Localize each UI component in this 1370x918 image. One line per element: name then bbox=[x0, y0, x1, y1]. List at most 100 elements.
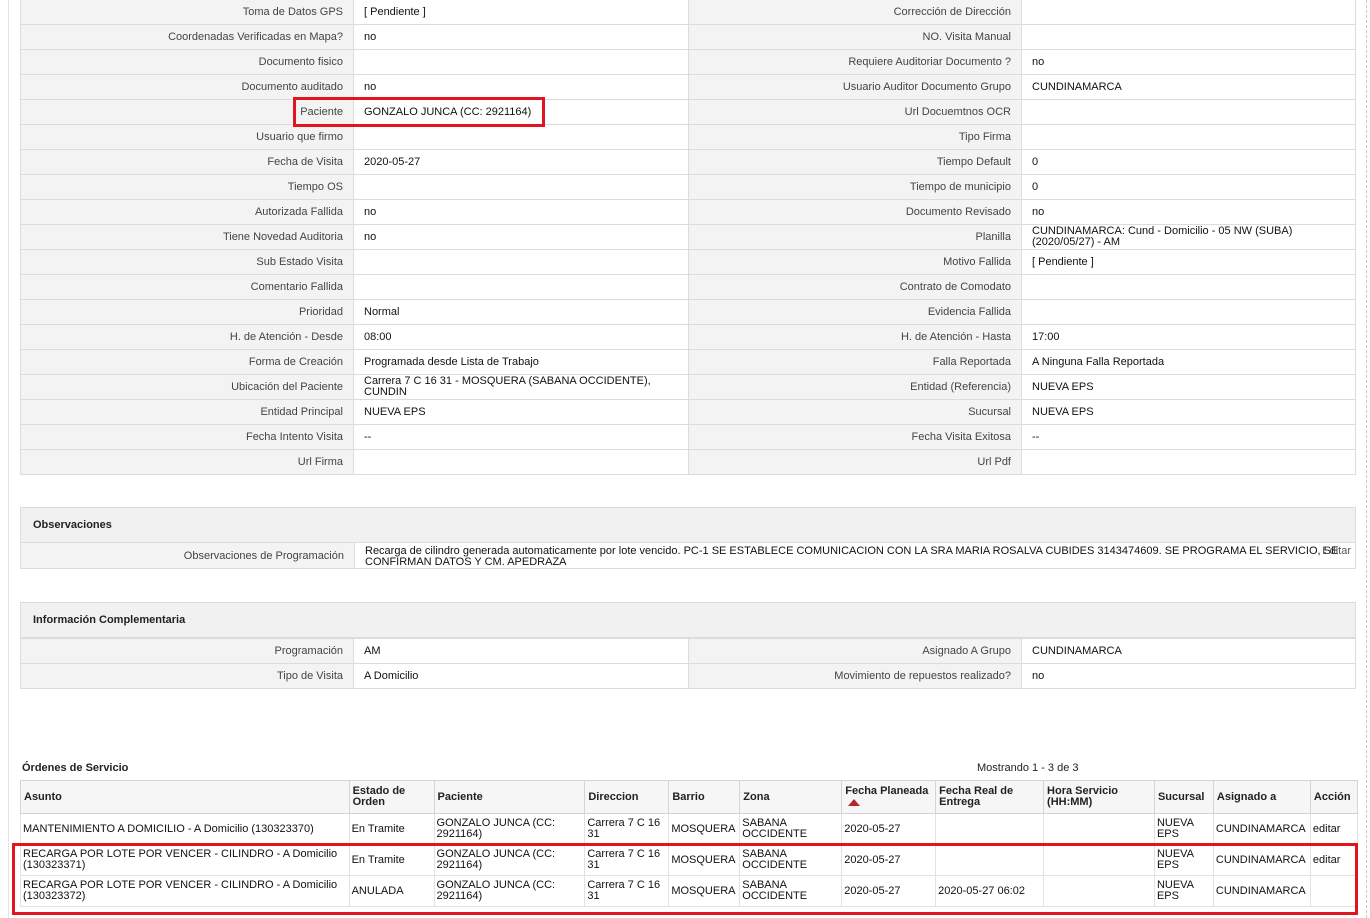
field-value: no bbox=[354, 25, 688, 49]
field-value: no bbox=[354, 75, 688, 99]
col-fecha-real-entrega[interactable]: Fecha Real de Entrega bbox=[935, 780, 1045, 814]
field-value bbox=[1022, 125, 1356, 149]
col-estado-orden[interactable]: Estado de Orden bbox=[348, 780, 435, 814]
field-label: NO. Visita Manual bbox=[688, 25, 1022, 49]
field-value: no bbox=[1022, 200, 1356, 224]
table-cell: En Tramite bbox=[348, 844, 435, 876]
table-cell: RECARGA POR LOTE POR VENCER - CILINDRO -… bbox=[20, 844, 350, 876]
observaciones-row: Observaciones de Programación Recarga de… bbox=[20, 543, 1356, 569]
table-row: MANTENIMIENTO A DOMICILIO - A Domicilio … bbox=[20, 813, 1359, 845]
table-cell: MOSQUERA bbox=[668, 813, 741, 845]
detail-row: Comentario Fallida Contrato de Comodato bbox=[20, 275, 1356, 300]
orders-count: Mostrando 1 - 3 de 3 bbox=[977, 762, 1079, 774]
sort-asc-icon[interactable] bbox=[848, 798, 861, 806]
detail-row: Sub Estado Visita Motivo Fallida[ Pendien… bbox=[20, 250, 1356, 275]
field-value: [ Pendiente ] bbox=[1022, 250, 1356, 274]
col-asunto[interactable]: Asunto bbox=[20, 780, 350, 814]
detail-row: Programación AM Asignado A Grupo CUNDINAMAR… bbox=[20, 639, 1356, 664]
col-fecha-planeada[interactable]: Fecha Planeada bbox=[841, 780, 937, 814]
field-label: Documento auditado bbox=[20, 75, 354, 99]
visit-details-grid: Toma de Datos GPS[ Pendiente ] Corrección… bbox=[20, 0, 1356, 475]
table-cell: MOSQUERA bbox=[668, 844, 741, 876]
field-label: Documento fisico bbox=[20, 50, 354, 74]
detail-row: Fecha de Visita 2020-05-27 Tiempo Default 0 bbox=[20, 150, 1356, 175]
field-label: Coordenadas Verificadas en Mapa? bbox=[20, 25, 354, 49]
field-label: H. de Atención - Desde bbox=[20, 325, 354, 349]
field-label: Tiempo de municipio bbox=[688, 175, 1022, 199]
field-label: H. de Atención - Hasta bbox=[688, 325, 1022, 349]
field-value: no bbox=[1022, 664, 1356, 688]
table-cell: SABANA OCCIDENTE bbox=[739, 875, 843, 907]
field-label: Programación bbox=[20, 639, 354, 663]
table-cell bbox=[1043, 875, 1155, 907]
edit-order-link[interactable]: editar bbox=[1309, 844, 1359, 876]
table-cell: MOSQUERA bbox=[668, 875, 741, 907]
field-value bbox=[1022, 450, 1356, 474]
detail-row: Url Firma Url Pdf bbox=[20, 450, 1356, 475]
table-cell: 2020-05-27 bbox=[841, 813, 937, 845]
field-value: CUNDINAMARCA: Cund - Domicilio - 05 NW (… bbox=[1022, 225, 1356, 249]
field-label: Usuario que firmo bbox=[20, 125, 354, 149]
col-barrio[interactable]: Barrio bbox=[668, 780, 741, 814]
field-label: Comentario Fallida bbox=[20, 275, 354, 299]
table-cell: Carrera 7 C 16 31 bbox=[584, 813, 670, 845]
field-label: Fecha Intento Visita bbox=[20, 425, 354, 449]
field-value bbox=[354, 450, 688, 474]
field-label: Paciente bbox=[20, 100, 354, 124]
field-label: Tipo de Visita bbox=[20, 664, 354, 688]
observaciones-label: Observaciones de Programación bbox=[21, 543, 355, 568]
field-value bbox=[354, 50, 688, 74]
field-value: NUEVA EPS bbox=[354, 400, 688, 424]
detail-row: Tiempo OS Tiempo de municipio 0 bbox=[20, 175, 1356, 200]
detail-row: Ubicación del Paciente Carrera 7 C 16 31 … bbox=[20, 375, 1356, 400]
table-cell bbox=[1043, 813, 1155, 845]
table-cell: SABANA OCCIDENTE bbox=[739, 813, 843, 845]
table-cell: 2020-05-27 bbox=[841, 844, 937, 876]
detail-row: Toma de Datos GPS[ Pendiente ] Corrección… bbox=[20, 0, 1356, 25]
table-cell: NUEVA EPS bbox=[1153, 875, 1214, 907]
table-cell: CUNDINAMARCA bbox=[1212, 875, 1311, 907]
detail-row: Tipo de Visita A Domicilio Movimiento de r… bbox=[20, 664, 1356, 689]
complementaria-grid: Programación AM Asignado A Grupo CUNDINAMAR… bbox=[20, 638, 1356, 689]
col-hora-servicio[interactable]: Hora Servicio (HH:MM) bbox=[1043, 780, 1155, 814]
col-asignado-a[interactable]: Asignado a bbox=[1212, 780, 1311, 814]
field-label: Asignado A Grupo bbox=[688, 639, 1022, 663]
detail-row: Forma de Creación Programada desde Lista … bbox=[20, 350, 1356, 375]
field-value: [ Pendiente ] bbox=[354, 0, 688, 24]
col-sucursal[interactable]: Sucursal bbox=[1153, 780, 1214, 814]
field-label: Autorizada Fallida bbox=[20, 200, 354, 224]
field-label: Sub Estado Visita bbox=[20, 250, 354, 274]
field-value: CUNDINAMARCA bbox=[1022, 639, 1356, 663]
table-cell: CUNDINAMARCA bbox=[1212, 844, 1311, 876]
table-cell: MANTENIMIENTO A DOMICILIO - A Domicilio … bbox=[20, 813, 350, 845]
field-label: Url Firma bbox=[20, 450, 354, 474]
field-value: 17:00 bbox=[1022, 325, 1356, 349]
field-label: Entidad (Referencia) bbox=[688, 375, 1022, 399]
edit-order-link[interactable]: editar bbox=[1309, 813, 1359, 845]
col-direccion[interactable]: Direccion bbox=[584, 780, 670, 814]
field-label: Tipo Firma bbox=[688, 125, 1022, 149]
field-value: A Ninguna Falla Reportada bbox=[1022, 350, 1356, 374]
field-value: GONZALO JUNCA (CC: 2921164) bbox=[354, 100, 688, 124]
detail-row: Documento fisico Requiere Auditoriar Docu… bbox=[20, 50, 1356, 75]
observaciones-title: Observaciones bbox=[33, 519, 112, 531]
col-accion: Acción bbox=[1309, 780, 1359, 814]
field-value bbox=[1022, 100, 1356, 124]
detail-row: Entidad Principal NUEVA EPS Sucursal NUEVA … bbox=[20, 400, 1356, 425]
detail-row: Documento auditado no Usuario Auditor Docu… bbox=[20, 75, 1356, 100]
col-paciente[interactable]: Paciente bbox=[433, 780, 586, 814]
field-value: AM bbox=[354, 639, 688, 663]
observaciones-value: Recarga de cilindro generada automaticam… bbox=[365, 545, 1339, 568]
field-label: Ubicación del Paciente bbox=[20, 375, 354, 399]
table-cell: ANULADA bbox=[348, 875, 435, 907]
orders-table: Asunto Estado de Orden Paciente Direccio… bbox=[20, 780, 1359, 907]
observaciones-header: Observaciones bbox=[20, 507, 1356, 543]
field-value: A Domicilio bbox=[354, 664, 688, 688]
observaciones-edit-link[interactable]: Editar bbox=[1322, 546, 1351, 557]
col-zona[interactable]: Zona bbox=[739, 780, 843, 814]
field-value bbox=[354, 275, 688, 299]
field-label: Falla Reportada bbox=[688, 350, 1022, 374]
field-label: Fecha de Visita bbox=[20, 150, 354, 174]
complementaria-header: Información Complementaria bbox=[20, 602, 1356, 638]
field-label: Evidencia Fallida bbox=[688, 300, 1022, 324]
